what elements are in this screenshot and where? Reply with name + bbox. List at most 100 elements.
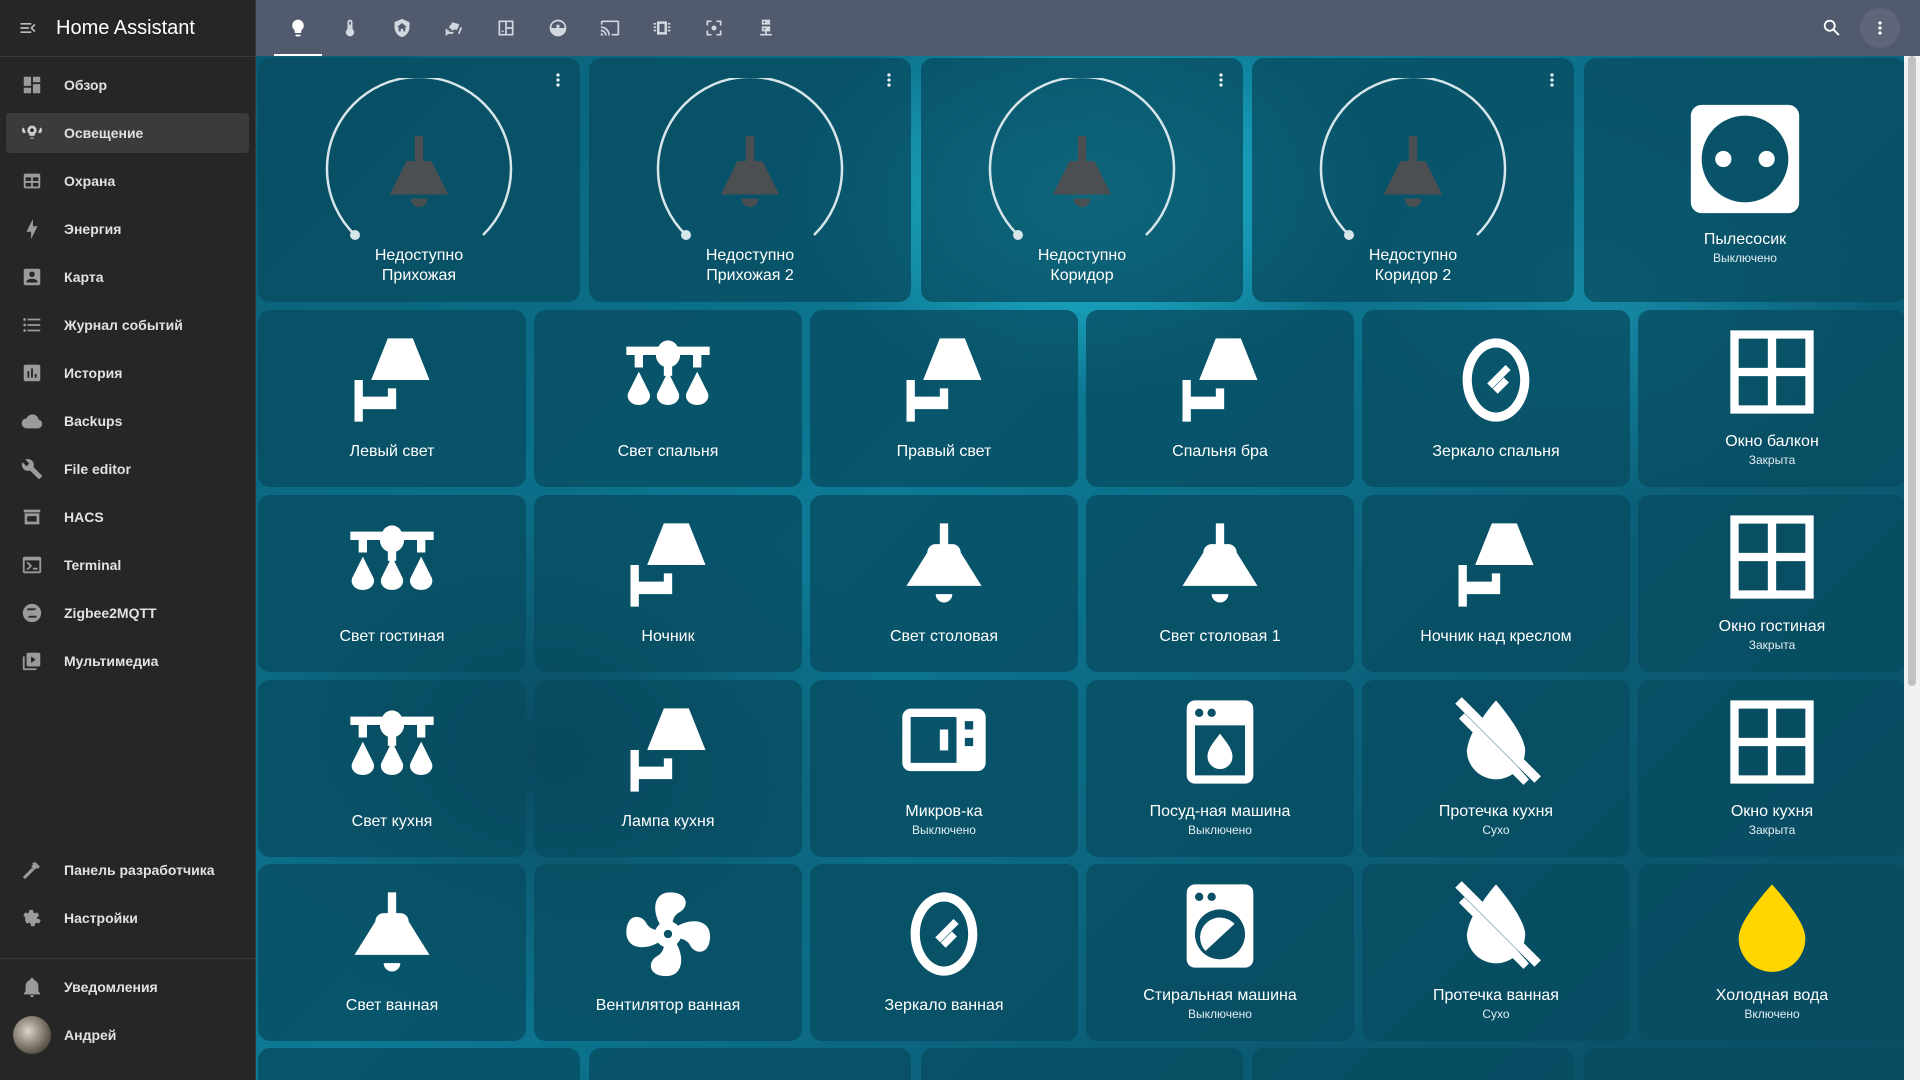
entity-card-partial[interactable] (258, 1048, 580, 1080)
entity-card[interactable]: Правый свет (810, 310, 1078, 487)
entity-card[interactable]: Протечка ванная Сухо (1362, 864, 1630, 1041)
entity-card[interactable]: Свет столовая (810, 495, 1078, 672)
tab-chip[interactable] (636, 0, 688, 56)
entity-card-partial[interactable] (1252, 1048, 1574, 1080)
mirror-icon (1462, 338, 1530, 422)
sidebar-item-4[interactable]: Карта (6, 257, 249, 297)
entity-card[interactable]: Свет кухня (258, 680, 526, 857)
entity-card[interactable]: Окно балкон Закрыта (1638, 310, 1904, 487)
card-name: Свет спальня (617, 443, 719, 460)
window-icon (1730, 330, 1814, 414)
sidebar-item-8[interactable]: File editor (6, 449, 249, 489)
entity-card[interactable]: Свет столовая 1 (1086, 495, 1354, 672)
sidebar-item-bottom-1[interactable]: Настройки (6, 898, 249, 938)
entity-card[interactable]: Лампа кухня (534, 680, 802, 857)
tab-cast[interactable] (584, 0, 636, 56)
card-name: Стиральная машина (1143, 987, 1297, 1004)
sidebar-item-9[interactable]: HACS HACS (6, 497, 249, 537)
sidebar-item-0[interactable]: Обзор (6, 65, 249, 105)
light-dimmer-card[interactable]: Недоступно Коридор 2 (1252, 58, 1574, 302)
tab-thermometer[interactable] (324, 0, 376, 56)
sidebar-item-label: Настройки (64, 910, 138, 926)
entity-card[interactable]: Посуд-ная машина Выключено (1086, 680, 1354, 857)
light-dimmer-card[interactable]: Недоступно Коридор (921, 58, 1243, 302)
entity-card[interactable]: Протечка кухня Сухо (1362, 680, 1630, 857)
pendant-light-icon (720, 136, 780, 207)
scrollbar[interactable] (1904, 56, 1920, 1080)
sidebar-item-6[interactable]: История (6, 353, 249, 393)
sidebar-item-10[interactable]: Terminal (6, 545, 249, 585)
tab-door-window[interactable] (480, 0, 532, 56)
sidebar-item-label: Освещение (64, 125, 144, 141)
wall-lamp-icon (1458, 523, 1534, 607)
entity-card[interactable]: Спальня бра (1086, 310, 1354, 487)
entity-card[interactable]: Свет гостиная (258, 495, 526, 672)
entity-card[interactable]: Стиральная машина Выключено (1086, 864, 1354, 1041)
search-button[interactable] (1808, 4, 1856, 52)
card-name-secondary: Коридор 2 (1374, 267, 1452, 284)
light-dimmer-card[interactable]: Недоступно Прихожая (258, 58, 580, 302)
tab-shield-home[interactable] (376, 0, 428, 56)
sidebar-item-1[interactable]: Освещение (6, 113, 249, 153)
more-info-button[interactable] (548, 70, 568, 95)
console-icon (22, 556, 42, 574)
sidebar-item-7[interactable]: Backups (6, 401, 249, 441)
sidebar-item-5[interactable]: Журнал событий (6, 305, 249, 345)
entity-card[interactable]: Левый свет (258, 310, 526, 487)
menu-toggle-button[interactable] (0, 18, 56, 38)
power-socket-icon (1690, 104, 1800, 214)
entity-card[interactable]: Окно гостиная Закрыта (1638, 495, 1904, 672)
entity-card[interactable]: Ночник (534, 495, 802, 672)
focus-icon (706, 20, 722, 36)
card-state: Закрыта (1748, 823, 1796, 837)
entity-card[interactable]: Свет спальня (534, 310, 802, 487)
more-options-button[interactable] (1860, 8, 1900, 48)
more-info-button[interactable] (1211, 70, 1231, 95)
pendant-light-icon (1052, 136, 1112, 207)
wrench-icon (21, 459, 43, 480)
tab-lightbulb[interactable] (272, 0, 324, 56)
sidebar-user-area: Уведомления Андрей (0, 958, 255, 1063)
sidebar-item-12[interactable]: Мультимедиа (6, 641, 249, 681)
sidebar-item-11[interactable]: Zigbee2MQTT (6, 593, 249, 633)
entity-card[interactable]: Зеркало спальня (1362, 310, 1630, 487)
sidebar-item-2[interactable]: Охрана (6, 161, 249, 201)
more-info-button[interactable] (1542, 70, 1562, 95)
entity-card[interactable]: Холодная вода Включено (1638, 864, 1904, 1041)
sidebar-item-notifications[interactable]: Уведомления (6, 967, 249, 1007)
card-name-secondary: Коридор (1050, 267, 1114, 284)
entity-card-partial[interactable] (1584, 1048, 1904, 1080)
card-state: Выключено (1188, 823, 1252, 837)
sidebar-item-label: File editor (64, 461, 131, 477)
card-name: Микров-ка (905, 803, 983, 820)
entity-card[interactable]: Свет ванная (258, 864, 526, 1041)
tab-robot-vacuum[interactable] (532, 0, 584, 56)
entity-card[interactable]: Окно кухня Закрыта (1638, 680, 1904, 857)
card-state: Сухо (1482, 823, 1510, 837)
lightbulb-icon (292, 19, 304, 37)
entity-card[interactable]: Микров-ка Выключено (810, 680, 1078, 857)
entity-card[interactable]: Вентилятор ванная (534, 864, 802, 1041)
card-name: Протечка кухня (1438, 803, 1554, 820)
tab-focus[interactable] (688, 0, 740, 56)
mirror-icon (910, 892, 978, 976)
sidebar-item-profile[interactable]: Андрей (6, 1015, 249, 1055)
switch-card[interactable]: Пылесосик Выключено (1584, 58, 1904, 302)
sidebar-item-3[interactable]: Энергия (6, 209, 249, 249)
entity-card[interactable]: Ночник над креслом (1362, 495, 1630, 672)
entity-card-partial[interactable] (589, 1048, 911, 1080)
chip-icon (653, 21, 671, 35)
ceiling-light-icon (1182, 523, 1258, 603)
chandelier-icon (350, 710, 434, 775)
scrollbar-thumb[interactable] (1908, 56, 1916, 686)
sidebar-item-bottom-0[interactable]: Панель разработчика (6, 850, 249, 890)
entity-card[interactable]: Зеркало ванная (810, 864, 1078, 1041)
light-dimmer-card[interactable]: Недоступно Прихожая 2 (589, 58, 911, 302)
more-info-button[interactable] (879, 70, 899, 95)
entity-card-partial[interactable] (921, 1048, 1243, 1080)
card-name: Ночник над креслом (1420, 628, 1572, 645)
tab-server-network[interactable] (740, 0, 792, 56)
sidebar-bottom: Панель разработчика Настройки (0, 846, 255, 946)
chandelier-icon (626, 340, 710, 405)
tab-cctv[interactable] (428, 0, 480, 56)
